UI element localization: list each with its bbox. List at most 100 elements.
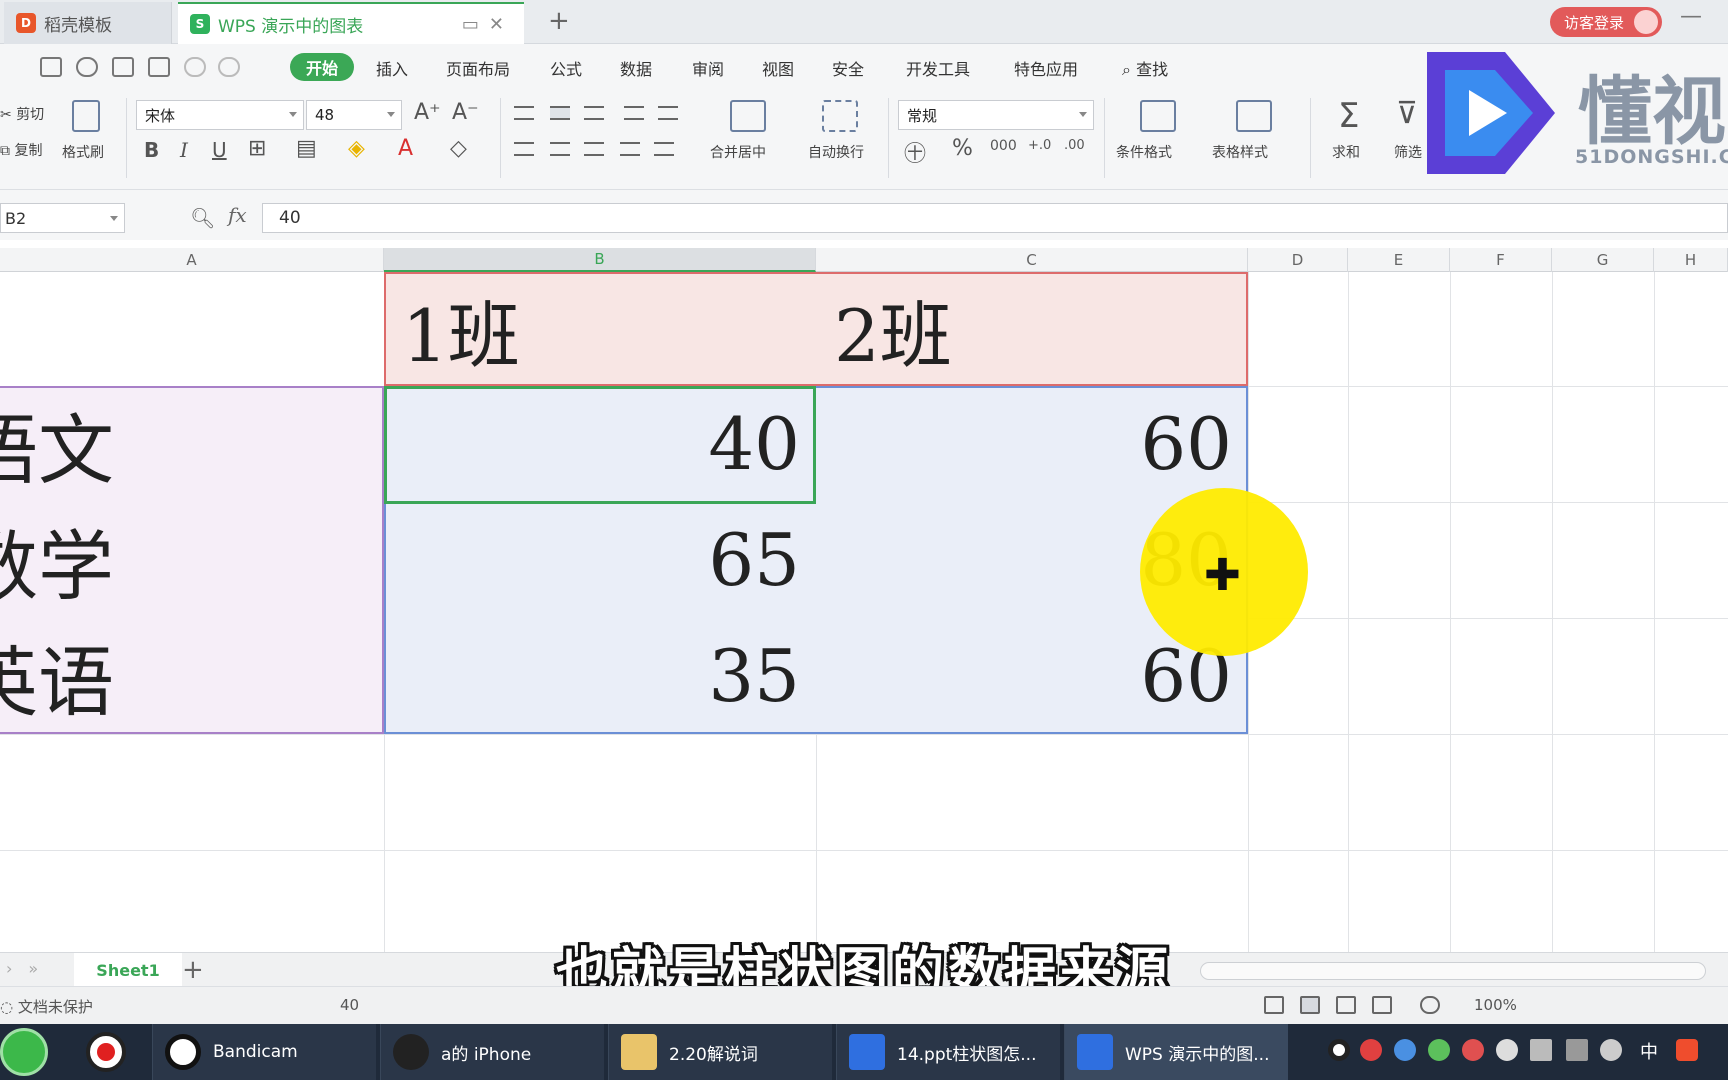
clear-format-icon[interactable]: ◇ (450, 136, 467, 161)
column-header-g[interactable]: G (1552, 248, 1654, 272)
align-center-icon[interactable] (550, 142, 570, 156)
tray-icon[interactable] (1428, 1039, 1450, 1061)
font-color-icon[interactable]: A (398, 136, 413, 161)
zoom-level[interactable]: 100% (1474, 996, 1517, 1014)
align-right-icon[interactable] (584, 142, 604, 156)
normal-view-icon[interactable] (1300, 996, 1320, 1014)
merge-center-button[interactable]: 合并居中 (710, 142, 766, 162)
align-top-icon[interactable] (514, 106, 534, 120)
undo-icon[interactable] (184, 57, 206, 77)
spreadsheet-grid[interactable]: 1班 2班 语文 数学 英语 40 60 65 80 35 60 ✚ (0, 272, 1728, 952)
name-box[interactable]: B2 (0, 203, 125, 233)
cell-style-icon[interactable]: ▤ (296, 136, 317, 161)
eye-protection-icon[interactable] (1420, 996, 1440, 1014)
column-header-e[interactable]: E (1348, 248, 1450, 272)
network-icon[interactable] (1530, 1039, 1552, 1061)
tab-docer-templates[interactable]: D 稻壳模板 (4, 2, 172, 44)
column-header-a[interactable]: A (0, 248, 384, 272)
minimize-icon[interactable]: — (1680, 4, 1702, 29)
page-break-view-icon[interactable] (1336, 996, 1356, 1014)
menu-review[interactable]: 审阅 (692, 56, 724, 80)
table-style-icon[interactable] (1236, 100, 1272, 132)
italic-icon[interactable]: I (180, 138, 188, 162)
font-name-select[interactable]: 宋体 (136, 100, 304, 130)
indent-decrease-icon[interactable] (624, 106, 644, 120)
column-header-h[interactable]: H (1654, 248, 1728, 272)
bold-icon[interactable]: B (144, 138, 159, 162)
column-header-d[interactable]: D (1248, 248, 1348, 272)
tray-icon[interactable] (1360, 1039, 1382, 1061)
align-middle-icon[interactable] (550, 106, 570, 120)
signal-icon[interactable] (1566, 1039, 1588, 1061)
merge-center-icon[interactable] (730, 100, 766, 132)
cut-button[interactable]: ✂ 剪切 (0, 104, 44, 124)
save-icon[interactable] (40, 57, 62, 77)
table-style-button[interactable]: 表格样式 (1212, 142, 1268, 162)
wrap-text-icon[interactable] (822, 100, 858, 132)
redo-icon[interactable] (218, 57, 240, 77)
menu-special[interactable]: 特色应用 (1014, 56, 1078, 80)
indent-increase-icon[interactable] (658, 106, 678, 120)
record-icon[interactable] (86, 1032, 126, 1072)
menu-view[interactable]: 视图 (762, 56, 794, 80)
align-bottom-icon[interactable] (584, 106, 604, 120)
export-icon[interactable] (76, 57, 98, 77)
start-icon[interactable] (0, 1028, 48, 1076)
distribute-icon[interactable] (654, 142, 674, 156)
guest-login-button[interactable]: 访客登录 (1550, 7, 1662, 37)
copy-button[interactable]: ⧉ 复制 (0, 140, 42, 160)
format-painter-label[interactable]: 格式刷 (62, 142, 104, 162)
new-tab-button[interactable]: + (548, 6, 570, 36)
sum-button[interactable]: 求和 (1332, 142, 1360, 162)
tray-icon[interactable] (1394, 1039, 1416, 1061)
underline-icon[interactable]: U (212, 138, 227, 162)
taskbar-iphone[interactable]: a的 iPhone (380, 1024, 604, 1080)
column-header-f[interactable]: F (1450, 248, 1552, 272)
format-painter-icon[interactable] (72, 100, 100, 132)
formula-input[interactable]: 40 (262, 203, 1728, 233)
menu-data[interactable]: 数据 (620, 56, 652, 80)
align-left-icon[interactable] (514, 142, 534, 156)
increase-decimal-icon[interactable]: +.0 (1028, 138, 1051, 153)
filter-icon[interactable]: ⊽ (1396, 96, 1418, 131)
menu-developer[interactable]: 开发工具 (906, 56, 970, 80)
column-header-c[interactable]: C (816, 248, 1248, 272)
decrease-decimal-icon[interactable]: .00 (1064, 138, 1085, 153)
currency-icon[interactable]: ㊉ (904, 136, 926, 168)
menu-formula[interactable]: 公式 (550, 56, 582, 80)
volume-icon[interactable] (1600, 1039, 1622, 1061)
number-format-select[interactable]: 常规 (898, 100, 1094, 130)
input-method-indicator[interactable]: 中 (1640, 1038, 1658, 1064)
fullscreen-icon[interactable] (1264, 996, 1284, 1014)
conditional-format-button[interactable]: 条件格式 (1116, 142, 1172, 162)
taskbar-folder[interactable]: 2.20解说词 (608, 1024, 832, 1080)
wrap-text-button[interactable]: 自动换行 (808, 142, 864, 162)
font-size-select[interactable]: 48 (306, 100, 402, 130)
tray-icon[interactable] (1462, 1039, 1484, 1061)
taskbar-bandicam[interactable]: Bandicam (152, 1024, 376, 1080)
increase-font-icon[interactable]: A⁺ (414, 100, 441, 125)
taskbar-wps-active[interactable]: WPS 演示中的图... (1064, 1024, 1288, 1080)
menu-security[interactable]: 安全 (832, 56, 864, 80)
print-icon[interactable] (112, 57, 134, 77)
close-tab-icon[interactable]: ▭✕ (462, 14, 514, 35)
filter-button[interactable]: 筛选 (1394, 142, 1422, 162)
menu-home[interactable]: 开始 (290, 53, 354, 81)
menu-insert[interactable]: 插入 (376, 56, 408, 80)
border-icon[interactable]: ⊞ (248, 136, 266, 161)
menu-page-layout[interactable]: 页面布局 (446, 56, 510, 80)
justify-icon[interactable] (620, 142, 640, 156)
search-menu[interactable]: ⌕ 查找 (1122, 56, 1168, 80)
thousands-icon[interactable]: 000 (990, 138, 1017, 154)
reading-mode-icon[interactable] (1372, 996, 1392, 1014)
flag-icon[interactable] (1496, 1039, 1518, 1061)
document-protection-status[interactable]: ◌ 文档未保护 (0, 996, 93, 1017)
print-preview-icon[interactable] (148, 57, 170, 77)
record-tray-icon[interactable] (1328, 1039, 1350, 1061)
taskbar-ppt[interactable]: 14.ppt柱状图怎... (836, 1024, 1060, 1080)
conditional-format-icon[interactable] (1140, 100, 1176, 132)
column-header-b[interactable]: B (384, 248, 816, 272)
fill-color-icon[interactable]: ◈ (348, 136, 365, 161)
sum-icon[interactable]: Σ (1338, 96, 1359, 136)
function-icon[interactable]: fx (228, 203, 247, 227)
